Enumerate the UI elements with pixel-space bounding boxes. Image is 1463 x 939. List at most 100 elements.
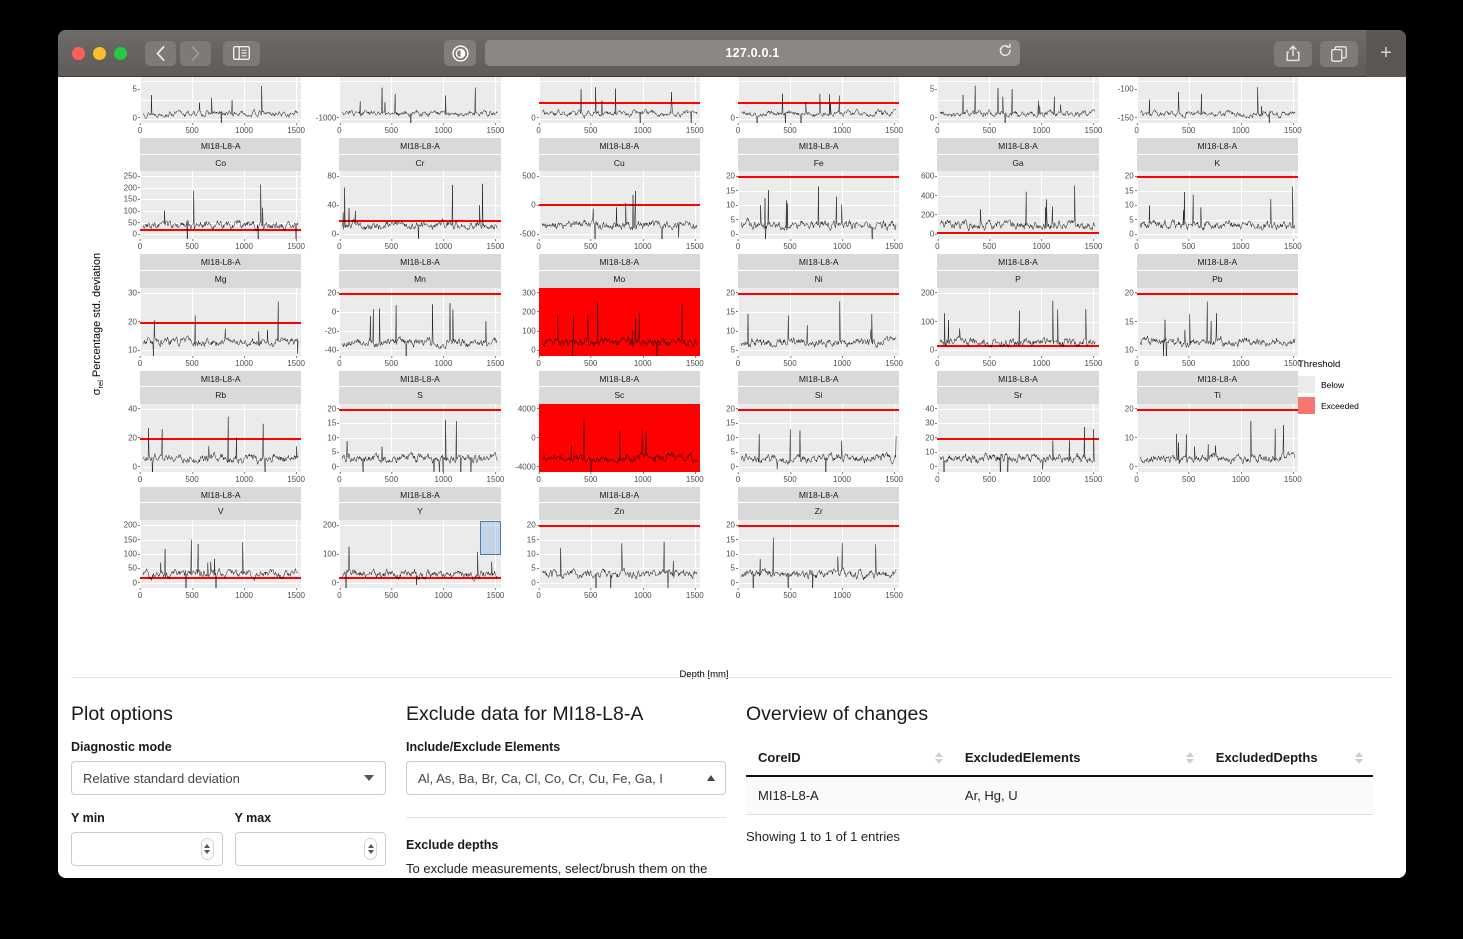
facet-plot-area[interactable] bbox=[140, 520, 302, 588]
facet-plot-area[interactable] bbox=[937, 171, 1099, 240]
facet-panel-Sc[interactable]: MI18-L8-A Sc -4000 0 4000 0 500 1000 1500 bbox=[505, 370, 704, 487]
facet-panel-Y[interactable]: MI18-L8-A Y 0 100 200 0 500 1000 1500 bbox=[305, 486, 504, 603]
facet-plot-area[interactable] bbox=[937, 77, 1099, 123]
y-tick-label: 600 bbox=[920, 171, 935, 181]
close-window-button[interactable] bbox=[72, 46, 85, 60]
facet-plot-area[interactable] bbox=[339, 77, 501, 123]
facet-panel-Co[interactable]: MI18-L8-A Co 0 50 100 150 200 250 0 500 1000 1500 bbox=[106, 138, 305, 254]
facet-panel-P[interactable]: MI18-L8-A P 0 100 200 0 500 1000 1500 bbox=[903, 254, 1102, 370]
address-bar[interactable]: 127.0.0.1 bbox=[485, 40, 1020, 66]
show-tabs-icon[interactable] bbox=[1320, 40, 1358, 67]
share-icon[interactable] bbox=[1274, 40, 1312, 67]
facet-plot-area[interactable] bbox=[937, 287, 1099, 356]
sort-icon[interactable] bbox=[1355, 751, 1363, 764]
facet-panel-Br[interactable]: 0510050010001500 bbox=[903, 77, 1102, 138]
sort-icon[interactable] bbox=[934, 751, 943, 764]
ymin-stepper[interactable] bbox=[200, 838, 214, 860]
x-tick-label: 1500 bbox=[1084, 471, 1103, 484]
facet-plot-area[interactable] bbox=[1136, 77, 1298, 123]
facet-panel-Ga[interactable]: MI18-L8-A Ga 0 200 400 600 0 500 1000 1500 bbox=[903, 138, 1102, 254]
column-header-excludedelements[interactable]: ExcludedElements bbox=[952, 740, 1204, 777]
ymin-input[interactable] bbox=[71, 832, 223, 866]
facet-plot-area[interactable] bbox=[737, 520, 900, 588]
facet-plot-area[interactable] bbox=[339, 171, 501, 240]
facet-plot-area[interactable] bbox=[1136, 403, 1298, 472]
facet-plot-area[interactable] bbox=[737, 287, 900, 356]
facet-plot-area[interactable] bbox=[737, 171, 900, 240]
facet-plot-area[interactable] bbox=[538, 403, 700, 472]
cell-excludeddepths bbox=[1203, 776, 1373, 815]
sort-icon[interactable] bbox=[1185, 751, 1194, 764]
forward-button[interactable] bbox=[180, 40, 211, 66]
diagnostic-plot: σrel Percentage std. deviation 051005001… bbox=[58, 77, 1406, 680]
x-tick-label: 1000 bbox=[434, 355, 453, 368]
facet-panel-V[interactable]: MI18-L8-A V 0 50 100 150 200 0 500 1000 1500 bbox=[106, 486, 305, 603]
sidebar-toggle-button[interactable] bbox=[223, 40, 260, 66]
toolbar-right: + bbox=[1274, 30, 1406, 77]
y-tick-label: 0 bbox=[132, 578, 137, 588]
facet-plot-area[interactable] bbox=[1136, 171, 1298, 240]
y-tick-label: 0 bbox=[331, 462, 337, 472]
facet-panel-Fe[interactable]: MI18-L8-A Fe 0 5 10 15 20 0 500 1000 1500 bbox=[704, 138, 903, 254]
privacy-report-icon[interactable] bbox=[444, 40, 476, 66]
facet-plot-area[interactable] bbox=[339, 287, 501, 356]
facet-plot-area[interactable] bbox=[538, 77, 700, 123]
facet-plot-area[interactable] bbox=[339, 520, 501, 588]
facet-plot-area[interactable] bbox=[1136, 287, 1298, 356]
facet-panel-S[interactable]: MI18-L8-A S 0 5 10 15 20 0 500 1000 1500 bbox=[305, 370, 504, 487]
x-tick-label: 0 bbox=[1134, 239, 1139, 252]
facet-plot-area[interactable] bbox=[140, 171, 302, 240]
maximize-window-button[interactable] bbox=[114, 46, 127, 60]
column-header-coreid[interactable]: CoreID bbox=[746, 740, 953, 777]
facet-panel-Zr[interactable]: MI18-L8-A Zr 0 5 10 15 20 0 500 1000 1500 bbox=[704, 486, 903, 603]
facet-panel-Sr[interactable]: MI18-L8-A Sr 0 10 20 30 40 0 500 1000 1500 bbox=[903, 370, 1103, 487]
facet-panel-Mn[interactable]: MI18-L8-A Mn -40 -20 0 20 0 500 1000 1500 bbox=[305, 254, 504, 370]
facet-plot-area[interactable] bbox=[538, 520, 700, 588]
ymin-field: Y min bbox=[71, 811, 223, 866]
facet-y-axis: 0 200 400 600 bbox=[907, 171, 937, 239]
facet-panel-Zn[interactable]: MI18-L8-A Zn 0 5 10 15 20 0 500 1000 1500 bbox=[505, 486, 704, 603]
ymax-stepper[interactable] bbox=[364, 838, 377, 860]
table-row[interactable]: MI18-L8-A Ar, Hg, U bbox=[746, 776, 1373, 815]
facet-plot-area[interactable] bbox=[538, 287, 700, 356]
facet-panel-K[interactable]: MI18-L8-A K 0 5 10 15 20 0 500 1000 1500 bbox=[1103, 138, 1302, 254]
diagnostic-mode-select[interactable]: Relative standard deviation bbox=[71, 761, 386, 795]
facet-panel-Pb[interactable]: MI18-L8-A Pb 10 15 20 0 500 1000 1500 bbox=[1103, 254, 1302, 370]
facet-panel-Ba[interactable]: 010000 500 1000 1500 bbox=[704, 77, 903, 138]
y-tick-label: 200 bbox=[123, 520, 137, 530]
facet-panel-Rb[interactable]: MI18-L8-A Rb 0 20 40 0 500 1000 1500 bbox=[106, 370, 305, 487]
facet-panel-As[interactable]: 0500 500 1000 1500 bbox=[505, 77, 704, 138]
facet-panel-Mg[interactable]: MI18-L8-A Mg 10 20 30 0 500 1000 1500 bbox=[106, 254, 305, 370]
brush-selection-box[interactable] bbox=[479, 521, 501, 555]
x-tick-label: 1000 bbox=[1032, 239, 1051, 252]
facet-panel-Mo[interactable]: MI18-L8-A Mo 0 100 200 300 0 500 1000 1500 bbox=[505, 254, 704, 370]
x-tick-label: 1500 bbox=[486, 123, 505, 135]
y-tick-label: 0 bbox=[331, 229, 337, 239]
facet-panel-Ca[interactable]: -150-100-50050010001500 bbox=[1103, 77, 1302, 138]
back-button[interactable] bbox=[145, 40, 176, 66]
column-header-excludeddepths[interactable]: ExcludedDepths bbox=[1203, 740, 1373, 777]
facet-plot-area[interactable] bbox=[140, 403, 302, 472]
facet-plot-area[interactable] bbox=[937, 403, 1099, 472]
facet-panel-Si[interactable]: MI18-L8-A Si 0 5 10 15 20 0 500 1000 1500 bbox=[704, 370, 903, 487]
facet-panel-Ni[interactable]: MI18-L8-A Ni 5 10 15 20 0 500 1000 1500 bbox=[704, 254, 903, 370]
facet-plot-area[interactable] bbox=[737, 77, 900, 123]
data-trace bbox=[140, 288, 301, 356]
facet-plot-area[interactable] bbox=[737, 403, 900, 472]
y-tick-label: 0 bbox=[929, 113, 935, 123]
include-exclude-elements-select[interactable]: Al, As, Ba, Br, Ca, Cl, Co, Cr, Cu, Fe, … bbox=[406, 761, 726, 795]
facet-plot-area[interactable] bbox=[538, 171, 700, 240]
ymax-input[interactable] bbox=[234, 832, 386, 866]
facet-plot-area[interactable] bbox=[140, 287, 302, 356]
minimize-window-button[interactable] bbox=[93, 46, 106, 60]
facet-panel-Ti[interactable]: MI18-L8-A Ti 0 10 20 0 500 1000 1500 bbox=[1103, 370, 1302, 487]
facet-plot-area[interactable] bbox=[339, 403, 501, 472]
x-tick-label: 1000 bbox=[633, 471, 652, 484]
facet-panel-Al[interactable]: 0510050010001500 bbox=[106, 77, 305, 138]
reload-icon[interactable] bbox=[999, 43, 1012, 63]
facet-panel-Cr[interactable]: MI18-L8-A Cr 0 40 80 0 500 1000 1500 bbox=[305, 138, 504, 254]
new-tab-button[interactable]: + bbox=[1366, 30, 1406, 77]
facet-plot-area[interactable] bbox=[140, 77, 302, 123]
facet-panel-Cu[interactable]: MI18-L8-A Cu -500 0 500 0 500 1000 1500 bbox=[505, 138, 704, 254]
facet-panel-Ar[interactable]: -1000-5000 500 1000 1500 bbox=[305, 77, 504, 138]
